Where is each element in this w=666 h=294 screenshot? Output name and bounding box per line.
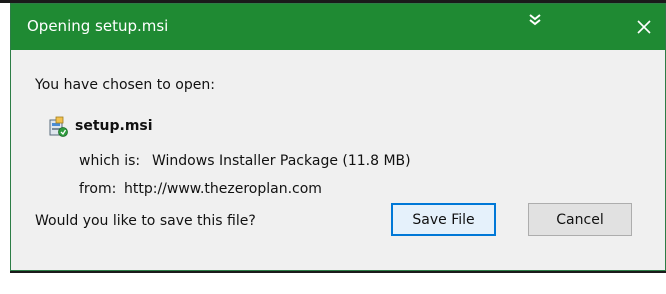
download-dialog: Opening setup.msi You have chosen to ope… — [10, 3, 666, 271]
file-name: setup.msi — [75, 118, 153, 134]
save-file-button[interactable]: Save File — [391, 203, 496, 236]
dialog-content: You have chosen to open: setup.msi which… — [11, 50, 665, 270]
save-question: Would you like to save this file? — [35, 213, 256, 229]
dialog-title: Opening setup.msi — [27, 17, 169, 35]
title-bar: Opening setup.msi — [11, 4, 665, 50]
close-icon[interactable] — [631, 14, 657, 40]
cancel-button[interactable]: Cancel — [528, 203, 632, 236]
source-url-value: http://www.thezeroplan.com — [124, 181, 322, 197]
double-chevron-down-icon[interactable] — [523, 10, 547, 34]
file-type-value: Windows Installer Package (11.8 MB) — [152, 153, 411, 169]
msi-installer-icon — [47, 116, 69, 138]
which-is-label: which is: — [79, 153, 141, 169]
intro-text: You have chosen to open: — [35, 77, 215, 93]
bottom-border — [10, 271, 666, 273]
from-label: from: — [79, 181, 117, 197]
